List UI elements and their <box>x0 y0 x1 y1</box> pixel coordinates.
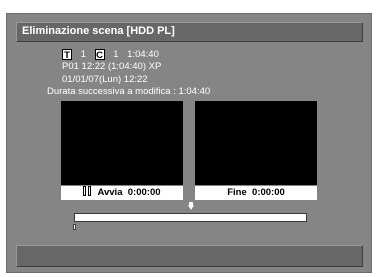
title-number: 1 <box>80 49 86 60</box>
end-preview <box>195 101 317 185</box>
bottom-bar <box>16 245 363 267</box>
chapter-box-icon: C <box>94 49 105 61</box>
title-chapter-line: T 1 C 1 1:04:40 <box>62 49 159 61</box>
program-line: P01 12:22 (1:04:40) XP <box>62 61 162 72</box>
start-time: 0:00:00 <box>127 187 161 198</box>
title-box-icon: T <box>62 49 72 61</box>
start-button[interactable]: Avvia 0:00:00 <box>61 186 183 200</box>
start-preview <box>61 101 183 185</box>
timeline-bar[interactable] <box>74 213 307 222</box>
position-marker-icon <box>188 205 194 210</box>
start-label: Avvia <box>97 187 123 198</box>
duration-after-edit: Durata successiva a modifica : 1:04:40 <box>47 86 211 97</box>
end-time: 0:00:00 <box>252 187 285 198</box>
chapter-duration: 1:04:40 <box>127 49 159 60</box>
title-bar: Eliminazione scena [HDD PL] <box>16 22 363 42</box>
pause-icon <box>83 186 92 196</box>
dialog-title: Eliminazione scena [HDD PL] <box>22 25 175 37</box>
chapter-number: 1 <box>113 49 119 60</box>
end-button[interactable]: Fine 0:00:00 <box>195 186 317 200</box>
start-marker-icon <box>73 224 76 230</box>
scene-delete-dialog: Eliminazione scena [HDD PL] T 1 C 1 1:04… <box>6 13 372 273</box>
end-label: Fine <box>227 187 247 198</box>
date-line: 01/01/07(Lun) 12:22 <box>62 74 148 85</box>
screen: Eliminazione scena [HDD PL] T 1 C 1 1:04… <box>0 0 380 277</box>
